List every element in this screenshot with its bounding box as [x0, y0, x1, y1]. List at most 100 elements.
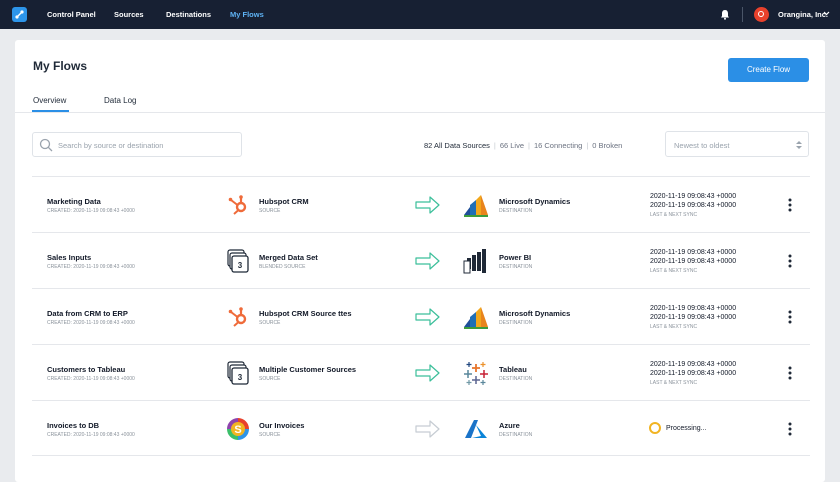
source-type: SOURCE	[259, 432, 281, 438]
flow-created: CREATED: 2020-11-19 09:08:43 +0000	[47, 432, 135, 438]
org-name[interactable]: Orangina, Inc.	[778, 10, 828, 19]
hubspot-icon	[228, 195, 247, 215]
sync-label: LAST & NEXT SYNC	[650, 324, 698, 330]
source-name[interactable]: Hubspot CRM	[259, 197, 309, 206]
destination-name[interactable]: Microsoft Dynamics	[499, 309, 570, 318]
create-flow-button[interactable]: Create Flow	[728, 58, 809, 82]
destination-type: DESTINATION	[499, 208, 533, 214]
arrow-right-icon	[415, 364, 440, 382]
flow-created: CREATED: 2020-11-19 09:08:43 +0000	[47, 376, 135, 382]
more-options-icon[interactable]	[787, 365, 793, 381]
destination-type: DESTINATION	[499, 376, 533, 382]
app-logo-icon[interactable]	[12, 7, 27, 22]
source-type: SOURCE	[259, 320, 281, 326]
arrow-right-icon	[415, 308, 440, 326]
nav-divider	[742, 7, 743, 22]
flow-created: CREATED: 2020-11-19 09:08:43 +0000	[47, 320, 135, 326]
stat-separator: |	[493, 141, 496, 150]
stack-icon: 3	[227, 361, 249, 385]
flow-row[interactable]: Data from CRM to ERP CREATED: 2020-11-19…	[32, 288, 810, 344]
destination-name[interactable]: Tableau	[499, 365, 527, 374]
source-count-badge: 3	[238, 373, 243, 382]
sort-arrows-icon	[796, 141, 802, 149]
power-bi-icon	[463, 249, 486, 274]
flow-name[interactable]: Marketing Data	[47, 197, 101, 206]
source-logo-letter: S	[234, 424, 241, 436]
tabs-divider	[15, 112, 825, 113]
arrow-right-icon	[415, 420, 440, 438]
microsoft-dynamics-icon	[464, 195, 488, 217]
search-icon	[39, 138, 53, 152]
source-name[interactable]: Merged Data Set	[259, 253, 318, 262]
org-avatar[interactable]	[754, 7, 769, 22]
nav-sources[interactable]: Sources	[114, 10, 144, 19]
page-title: My Flows	[33, 59, 88, 73]
source-type: SOURCE	[259, 208, 281, 214]
sort-value: Newest to oldest	[674, 141, 730, 150]
more-options-icon[interactable]	[787, 197, 793, 213]
flow-name[interactable]: Data from CRM to ERP	[47, 309, 128, 318]
next-sync: 2020-11-19 09:08:43 +0000	[650, 258, 737, 265]
more-options-icon[interactable]	[787, 309, 793, 325]
flow-name[interactable]: Invoices to DB	[47, 421, 99, 430]
source-name[interactable]: Hubspot CRM Source ttes	[259, 309, 352, 318]
destination-name[interactable]: Power BI	[499, 253, 531, 262]
last-sync: 2020-11-19 09:08:43 +0000	[650, 193, 737, 200]
bell-icon[interactable]	[720, 9, 730, 20]
flow-stats: 82 All Data Sources | 66 Live | 16 Connectin…	[424, 141, 622, 150]
flow-name[interactable]: Customers to Tableau	[47, 365, 125, 374]
stack-icon: 3	[227, 249, 249, 273]
top-nav: Control Panel Sources Destinations My Fl…	[0, 0, 840, 29]
stat-broken[interactable]: 0 Broken	[592, 141, 622, 150]
source-name[interactable]: Our Invoices	[259, 421, 304, 430]
flow-created: CREATED: 2020-11-19 09:08:43 +0000	[47, 208, 135, 214]
source-name[interactable]: Multiple Customer Sources	[259, 365, 356, 374]
stat-separator: |	[586, 141, 589, 150]
destination-name[interactable]: Azure	[499, 421, 520, 430]
microsoft-dynamics-icon	[464, 307, 488, 329]
stat-live[interactable]: 66 Live	[500, 141, 524, 150]
stat-separator: |	[528, 141, 530, 150]
flow-row[interactable]: Invoices to DB CREATED: 2020-11-19 09:08…	[32, 400, 810, 456]
source-count-badge: 3	[238, 261, 243, 270]
flow-row[interactable]: Customers to Tableau CREATED: 2020-11-19…	[32, 344, 810, 400]
s-logo-icon: S	[227, 418, 249, 440]
next-sync: 2020-11-19 09:08:43 +0000	[650, 202, 737, 209]
destination-name[interactable]: Microsoft Dynamics	[499, 197, 570, 206]
arrow-right-icon	[415, 196, 440, 214]
destination-type: DESTINATION	[499, 432, 533, 438]
sort-select[interactable]: Newest to oldest	[665, 131, 809, 157]
next-sync: 2020-11-19 09:08:43 +0000	[650, 314, 737, 321]
flow-created: CREATED: 2020-11-19 09:08:43 +0000	[47, 264, 135, 270]
more-options-icon[interactable]	[787, 253, 793, 269]
flow-row[interactable]: Marketing Data CREATED: 2020-11-19 09:08…	[32, 176, 810, 232]
flow-name[interactable]: Sales Inputs	[47, 253, 91, 262]
arrow-right-icon	[415, 252, 440, 270]
sync-label: LAST & NEXT SYNC	[650, 380, 698, 386]
flow-row[interactable]: Sales Inputs CREATED: 2020-11-19 09:08:4…	[32, 232, 810, 288]
main-panel: My Flows Create Flow Overview Data Log S…	[15, 40, 825, 482]
tab-data-log[interactable]: Data Log	[104, 96, 136, 105]
stat-connecting[interactable]: 16 Connecting	[534, 141, 582, 150]
tableau-icon	[464, 362, 488, 385]
destination-type: DESTINATION	[499, 320, 533, 326]
nav-control-panel[interactable]: Control Panel	[47, 10, 96, 19]
last-sync: 2020-11-19 09:08:43 +0000	[650, 249, 737, 256]
more-options-icon[interactable]	[787, 421, 793, 437]
sync-label: LAST & NEXT SYNC	[650, 212, 698, 218]
last-sync: 2020-11-19 09:08:43 +0000	[650, 305, 737, 312]
sync-label: LAST & NEXT SYNC	[650, 268, 698, 274]
nav-my-flows[interactable]: My Flows	[230, 10, 264, 19]
nav-destinations[interactable]: Destinations	[166, 10, 211, 19]
search-placeholder: Search by source or destination	[58, 141, 164, 150]
source-type: BLENDED SOURCE	[259, 264, 306, 270]
search-input[interactable]: Search by source or destination	[32, 132, 242, 157]
processing-status: Processing...	[666, 425, 707, 432]
hubspot-icon	[228, 307, 247, 327]
last-sync: 2020-11-19 09:08:43 +0000	[650, 361, 737, 368]
stat-total[interactable]: 82 All Data Sources	[424, 141, 490, 150]
tab-overview[interactable]: Overview	[33, 96, 66, 105]
azure-icon	[465, 420, 487, 438]
destination-type: DESTINATION	[499, 264, 533, 270]
chevron-down-icon[interactable]	[823, 11, 830, 16]
